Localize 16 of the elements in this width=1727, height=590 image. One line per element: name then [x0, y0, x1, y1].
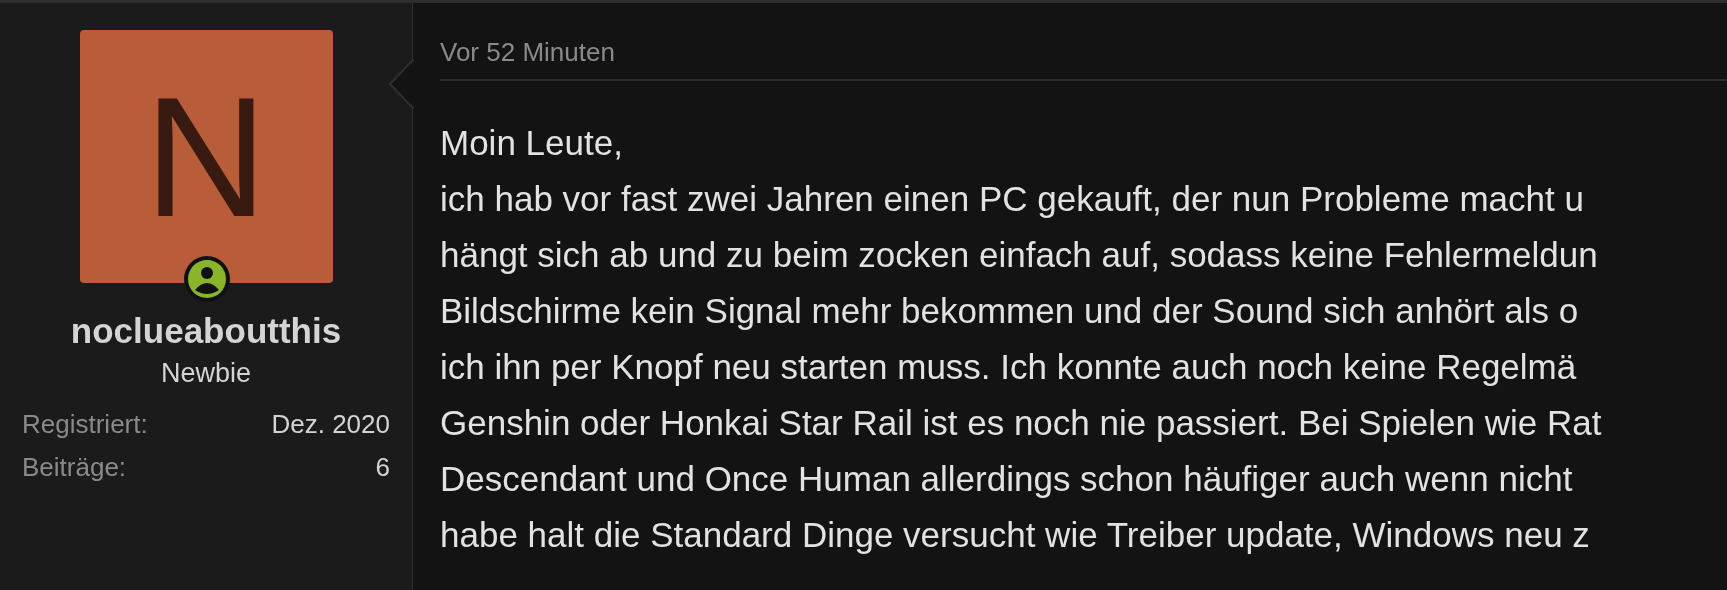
post-text-line: ich hab vor fast zwei Jahren einen PC gekauft, der nun Probleme macht u — [440, 177, 1585, 220]
post-text-line: habe halt die Standard Dinge versucht wie Treiber update, Windows neu z — [440, 513, 1591, 556]
post-text-line: Genshin oder Honkai Star Rail ist es noch nie passiert. Bei Spielen wie Rat — [440, 401, 1603, 444]
stat-label: Beiträge: — [22, 450, 127, 484]
post-text-line: Bildschirme kein Signal mehr bekommen und der Sound sich anhört als o — [440, 289, 1580, 332]
user-role: Newbie — [160, 356, 251, 390]
post-text-line: hängt sich ab und zu beim zocken einfach auf, sodass keine Fehlermeldun — [440, 233, 1599, 276]
post-text-line: Moin Leute, — [440, 121, 624, 164]
stat-label: Registriert: — [22, 407, 148, 441]
post-time[interactable]: Vor 52 Minuten — [440, 36, 1727, 81]
post-text-line: Descendant und Once Human allerdings schon häufiger auch wenn nicht — [440, 457, 1574, 500]
avatar[interactable]: N — [79, 30, 333, 283]
post-text-line: ich ihn per Knopf neu starten muss. Ich konnte auch noch keine Regelmä — [440, 345, 1578, 388]
stat-value: Dez. 2020 — [271, 407, 390, 441]
stat-value: 6 — [375, 450, 390, 484]
username[interactable]: noclueaboutthis — [70, 309, 342, 353]
